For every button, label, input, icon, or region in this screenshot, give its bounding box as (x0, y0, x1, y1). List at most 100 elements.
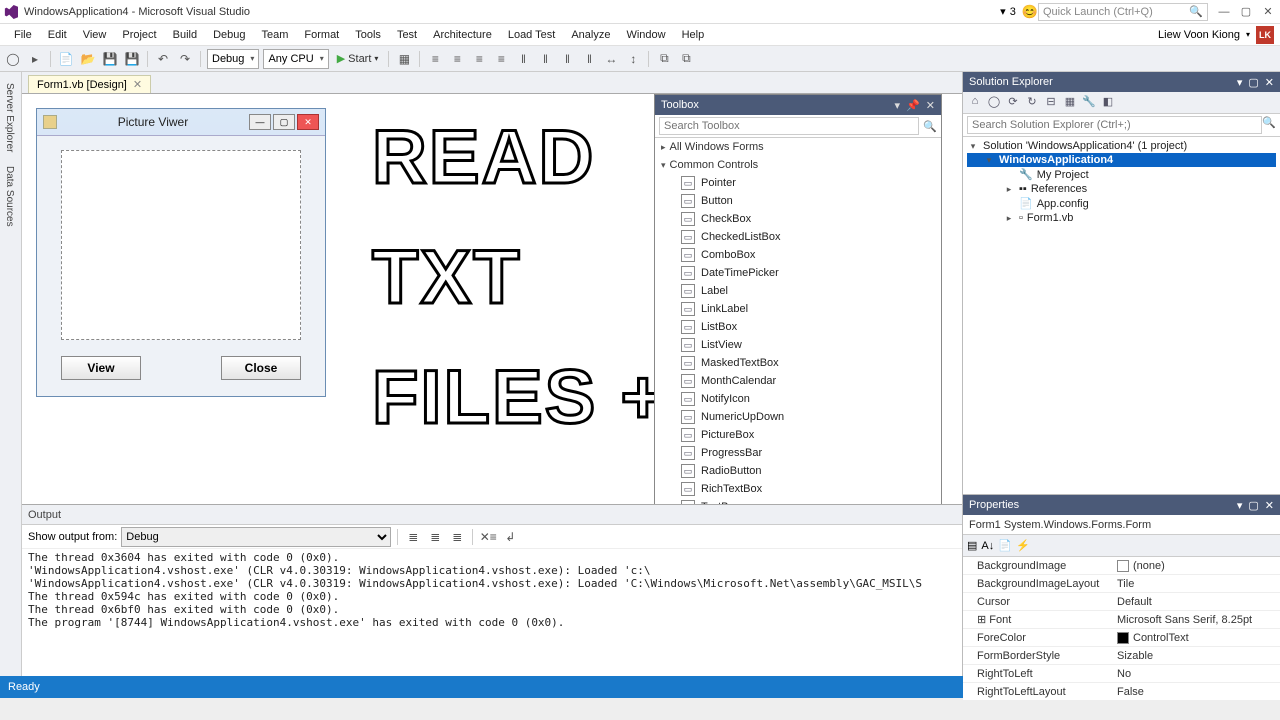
close-form-button[interactable]: Close (221, 356, 301, 380)
property-row[interactable]: BackgroundImageLayoutTile (963, 575, 1280, 593)
show-all-icon[interactable]: ▦ (1062, 95, 1078, 111)
start-button[interactable]: ▶Start▾ (333, 52, 383, 65)
undo-icon[interactable]: ↶ (154, 50, 172, 68)
solution-explorer-header[interactable]: Solution Explorer ▾▢✕ (963, 72, 1280, 92)
quick-launch-input[interactable]: Quick Launch (Ctrl+Q) 🔍 (1038, 3, 1208, 21)
feedback-icon[interactable]: 😊 (1022, 4, 1038, 20)
toolbox-item[interactable]: ▭CheckedListBox (655, 228, 941, 246)
alpha-icon[interactable]: A↓ (981, 540, 994, 552)
solution-tree[interactable]: ▾Solution 'WindowsApplication4' (1 proje… (963, 137, 1280, 494)
close-icon[interactable]: ✕ (1265, 499, 1274, 512)
toolbox-item[interactable]: ▭ComboBox (655, 246, 941, 264)
menu-loadtest[interactable]: Load Test (500, 27, 564, 43)
property-row[interactable]: FormBorderStyleSizable (963, 647, 1280, 665)
maximize-button[interactable]: ▢ (1238, 4, 1254, 20)
menu-window[interactable]: Window (618, 27, 673, 43)
minimize-button[interactable]: — (1216, 4, 1232, 20)
open-icon[interactable]: 📂 (79, 50, 97, 68)
menu-project[interactable]: Project (114, 27, 164, 43)
toolbox-item[interactable]: ▭MaskedTextBox (655, 354, 941, 372)
form-minimize-icon[interactable]: — (249, 114, 271, 130)
property-row[interactable]: ForeColorControlText (963, 629, 1280, 647)
spacing-icon[interactable]: ↕ (624, 50, 642, 68)
properties-object[interactable]: Form1 System.Windows.Forms.Form (963, 515, 1280, 535)
properties-grid[interactable]: BackgroundImage(none)BackgroundImageLayo… (963, 557, 1280, 701)
menu-file[interactable]: File (6, 27, 40, 43)
picture-box[interactable] (61, 150, 301, 340)
clear-icon[interactable]: ✕≡ (479, 528, 497, 546)
toolbox-item[interactable]: ▭DateTimePicker (655, 264, 941, 282)
nav-back-icon[interactable]: ◯ (4, 50, 22, 68)
save-all-icon[interactable]: 💾 (123, 50, 141, 68)
sync-icon[interactable]: ⟳ (1005, 95, 1021, 111)
toolbox-item[interactable]: ▭NumericUpDown (655, 408, 941, 426)
property-row[interactable]: ⊞ FontMicrosoft Sans Serif, 8.25pt (963, 611, 1280, 629)
search-icon[interactable]: 🔍 (923, 120, 937, 133)
solution-search-input[interactable] (967, 116, 1262, 134)
toolbox-item[interactable]: ▭Pointer (655, 174, 941, 192)
categorized-icon[interactable]: ▤ (967, 539, 977, 552)
refresh-icon[interactable]: ↻ (1024, 95, 1040, 111)
order-icon[interactable]: ⧉ (677, 50, 695, 68)
align-icon[interactable]: ‖ (514, 50, 532, 68)
menu-architecture[interactable]: Architecture (425, 27, 500, 43)
dropdown-icon[interactable]: ▾ (1237, 76, 1243, 89)
tab-close-icon[interactable]: ✕ (133, 78, 142, 91)
toolbox-item[interactable]: ▭ProgressBar (655, 444, 941, 462)
toolbox-header[interactable]: Toolbox ▾📌✕ (655, 95, 941, 115)
toolbox-item[interactable]: ▭MonthCalendar (655, 372, 941, 390)
menu-format[interactable]: Format (296, 27, 347, 43)
property-row[interactable]: RightToLeftLayoutFalse (963, 683, 1280, 701)
output-source-select[interactable]: Debug (121, 527, 391, 547)
events-icon[interactable]: ⚡ (1016, 539, 1030, 552)
home-icon[interactable]: ⌂ (967, 95, 983, 111)
toolbox-item[interactable]: ▭RadioButton (655, 462, 941, 480)
toolbox-item[interactable]: ▭NotifyIcon (655, 390, 941, 408)
align-icon[interactable]: ≡ (448, 50, 466, 68)
collapse-icon[interactable]: ⊟ (1043, 95, 1059, 111)
menu-test[interactable]: Test (389, 27, 425, 43)
pin-icon[interactable]: ▢ (1248, 499, 1258, 512)
toolbox-item[interactable]: ▭RichTextBox (655, 480, 941, 498)
align-icon[interactable]: ‖ (558, 50, 576, 68)
wrap-icon[interactable]: ↲ (501, 528, 519, 546)
designer-surface[interactable]: Picture Viwer — ▢ ✕ View Close READ TX (22, 94, 962, 504)
dropdown-icon[interactable]: ▾ (895, 99, 901, 112)
props-icon[interactable]: 📄 (998, 539, 1012, 552)
toolbox-item[interactable]: ▭TextBox (655, 498, 941, 504)
align-icon[interactable]: ‖ (536, 50, 554, 68)
notification-flag[interactable]: ▾3 (1000, 5, 1016, 18)
user-avatar[interactable]: LK (1256, 26, 1274, 44)
menu-team[interactable]: Team (254, 27, 297, 43)
toolbox-item[interactable]: ▭Label (655, 282, 941, 300)
close-icon[interactable]: ✕ (926, 99, 935, 112)
menu-tools[interactable]: Tools (347, 27, 389, 43)
server-explorer-tab[interactable]: Server Explorer (0, 76, 21, 159)
output-icon[interactable]: ≣ (426, 528, 444, 546)
output-icon[interactable]: ≣ (448, 528, 466, 546)
data-sources-tab[interactable]: Data Sources (0, 159, 21, 234)
form-close-icon[interactable]: ✕ (297, 114, 319, 130)
search-icon[interactable]: 🔍 (1262, 116, 1276, 134)
toolbox-item[interactable]: ▭ListView (655, 336, 941, 354)
toolbox-item[interactable]: ▭PictureBox (655, 426, 941, 444)
toolbox-search-input[interactable] (659, 117, 919, 135)
menu-analyze[interactable]: Analyze (563, 27, 618, 43)
new-project-icon[interactable]: 📄 (57, 50, 75, 68)
tab-form1-design[interactable]: Form1.vb [Design] ✕ (28, 75, 151, 93)
redo-icon[interactable]: ↷ (176, 50, 194, 68)
view-button[interactable]: View (61, 356, 141, 380)
close-icon[interactable]: ✕ (1265, 76, 1274, 89)
preview-icon[interactable]: ◧ (1100, 95, 1116, 111)
pin-icon[interactable]: 📌 (906, 99, 920, 112)
toolbox-item[interactable]: ▭ListBox (655, 318, 941, 336)
align-icon[interactable]: ‖ (580, 50, 598, 68)
layout-icon[interactable]: ▦ (395, 50, 413, 68)
output-icon[interactable]: ≣ (404, 528, 422, 546)
platform-select[interactable]: Any CPU (263, 49, 328, 69)
output-header[interactable]: Output (22, 505, 962, 525)
pin-icon[interactable]: ▢ (1248, 76, 1258, 89)
toolbox-category[interactable]: All Windows Forms (655, 138, 941, 156)
form-maximize-icon[interactable]: ▢ (273, 114, 295, 130)
toolbox-item[interactable]: ▭CheckBox (655, 210, 941, 228)
